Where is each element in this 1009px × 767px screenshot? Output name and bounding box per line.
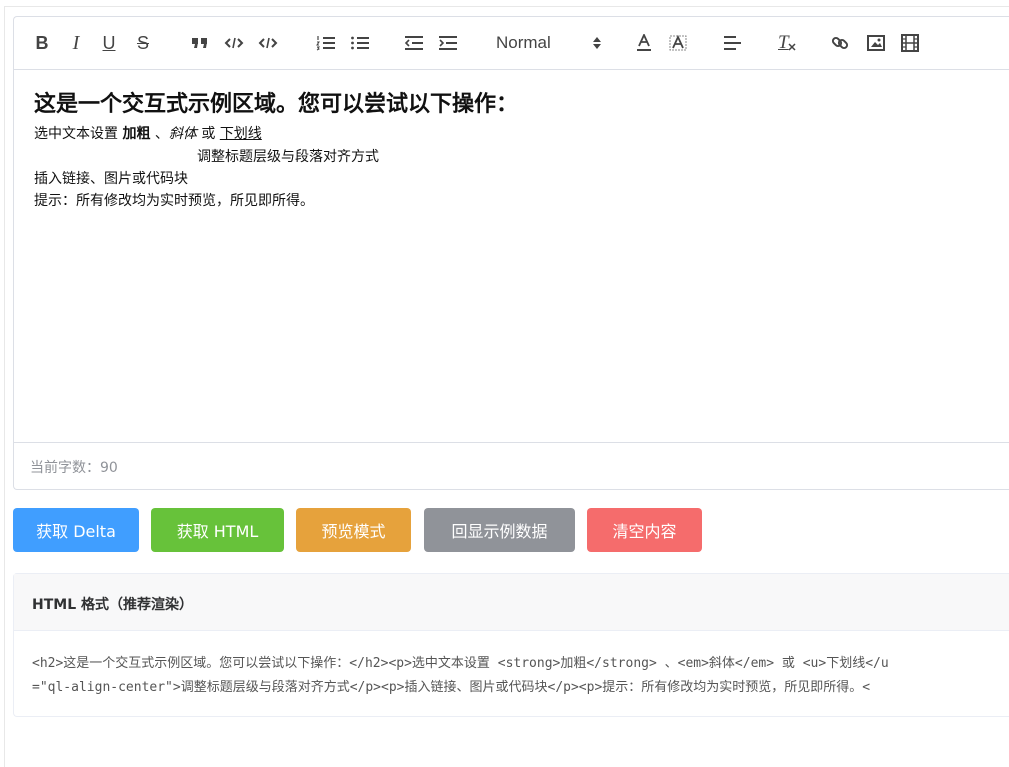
restore-sample-button[interactable]: 回显示例数据 [424,508,575,552]
editor-content[interactable]: 这是一个交互式示例区域。您可以尝试以下操作： 选中文本设置 加粗 、斜体 或 下… [14,70,1009,443]
underline-text: 下划线 [219,126,262,142]
output-header: HTML 格式（推荐渲染） [14,574,1009,631]
content-line-3: 插入链接、图片或代码块 [34,171,188,187]
background-color-button[interactable] [666,31,690,55]
link-icon [831,36,849,50]
clean-format-icon: T [776,32,796,53]
strike-button[interactable]: S [132,31,154,55]
chevron-up-down-icon [593,37,601,49]
get-delta-button[interactable]: 获取 Delta [13,508,139,552]
bold-text: 加粗 [122,126,151,142]
content-line-2-centered: 调整标题层级与段落对齐方式 [197,149,379,165]
align-button[interactable] [720,31,744,55]
bullet-list-icon [351,36,369,50]
font-color-button[interactable] [632,31,656,55]
clean-format-glyph: T [778,32,789,53]
editor-toolbar: B I U S Normal T [14,17,1009,70]
output-title: HTML 格式（推荐渲染） [32,597,193,613]
line1-prefix: 选中文本设置 [34,126,123,142]
html-output-panel: HTML 格式（推荐渲染） <h2>这是一个交互式示例区域。您可以尝试以下操作：… [13,573,1009,717]
outdent-icon [404,36,423,50]
font-color-icon [637,34,651,51]
align-icon [724,36,741,50]
content-heading: 这是一个交互式示例区域。您可以尝试以下操作： [34,92,519,117]
bullet-list-button[interactable] [348,31,372,55]
italic-icon: I [72,31,80,54]
preview-mode-button[interactable]: 预览模式 [296,508,411,552]
bold-icon: B [35,32,49,53]
content-line-1: 选中文本设置 加粗 、斜体 或 下划线 [34,123,262,143]
video-button[interactable] [898,31,922,55]
code-button[interactable] [222,31,246,55]
get-html-button[interactable]: 获取 HTML [151,508,284,552]
rich-text-editor: B I U S Normal T 这是一个交互式示例区域。您可以尝试以下操作： … [13,16,1009,490]
html-code-line-1: <h2>这是一个交互式示例区域。您可以尝试以下操作：</h2><p>选中文本设置… [32,656,889,671]
line1-separator: 、 [150,126,169,142]
clean-format-button[interactable]: T [774,31,798,55]
bold-button[interactable]: B [32,31,52,55]
blockquote-button[interactable] [188,31,212,55]
line1-or: 或 [196,126,220,142]
background-color-icon [669,34,687,51]
header-select-value: Normal [496,33,551,52]
video-icon [901,34,919,52]
indent-button[interactable] [436,31,460,55]
html-code-line-2: ="ql-align-center">调整标题层级与段落对齐方式</p><p>插… [32,680,871,695]
image-button[interactable] [864,31,888,55]
header-select[interactable]: Normal [496,31,606,55]
code-block-icon [258,37,278,49]
word-count: 当前字数：90 [30,460,118,476]
indent-icon [439,36,457,50]
link-button[interactable] [828,31,852,55]
underline-icon: U [102,32,116,53]
ordered-list-icon [316,36,335,51]
outdent-button[interactable] [402,31,426,55]
blockquote-icon [192,38,207,48]
code-block-button[interactable] [256,31,280,55]
image-icon [867,35,885,51]
italic-button[interactable]: I [66,31,86,55]
strike-icon: S [136,32,149,53]
ordered-list-button[interactable] [314,31,338,55]
clear-content-button[interactable]: 清空内容 [587,508,702,552]
italic-text: 斜体 [168,126,197,142]
underline-button[interactable]: U [98,31,120,55]
code-icon [224,37,244,49]
content-line-4: 提示：所有修改均为实时预览，所见即所得。 [34,193,314,209]
